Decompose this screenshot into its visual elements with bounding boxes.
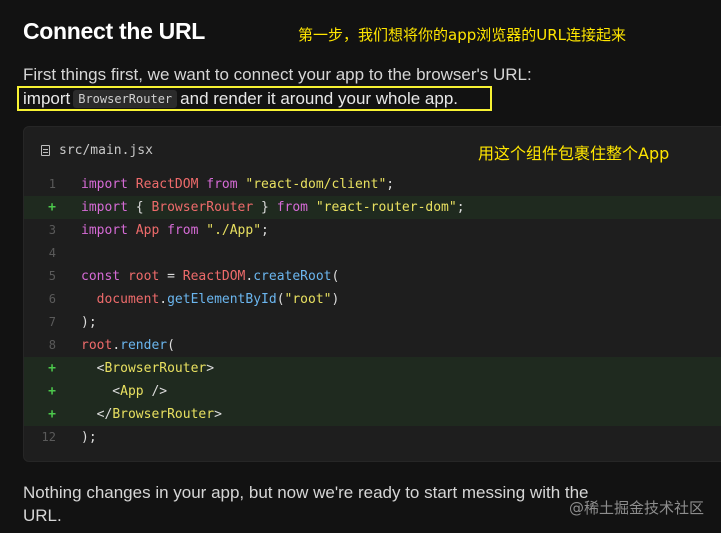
code-token: ReactDOM <box>135 177 207 192</box>
annotation-code: 用这个组件包裹住整个App <box>478 144 670 163</box>
code-token: { <box>135 200 152 215</box>
code-token: import <box>81 200 136 215</box>
intro-text-import: import <box>23 89 71 108</box>
code-token: getElementById <box>167 292 277 307</box>
section-heading: Connect the URL <box>23 18 206 44</box>
code-token: render <box>120 338 168 353</box>
intro-text-rest: and render it around your whole app. <box>180 89 459 108</box>
code-token: root <box>127 269 168 284</box>
code-text: ); <box>81 311 97 334</box>
code-token: import <box>81 177 136 192</box>
code-line: 6 document.getElementById("root") <box>24 288 721 311</box>
code-token: ; <box>456 200 465 215</box>
line-number: 5 <box>48 269 56 283</box>
code-text: document.getElementById("root") <box>81 288 340 311</box>
intro-line-1: First things first, we want to connect y… <box>23 65 532 84</box>
code-token: ; <box>261 223 269 238</box>
code-token: < <box>81 361 105 376</box>
code-token: document <box>96 292 160 307</box>
watermark: @稀土掘金技术社区 <box>568 499 704 517</box>
code-block: src/main.jsx 1 import ReactDOM from "reac… <box>23 126 721 462</box>
code-token: ReactDOM <box>182 269 246 284</box>
code-text: import { BrowserRouter } from "react-rou… <box>81 196 465 219</box>
code-token: createRoot <box>253 269 332 284</box>
inline-code-browserrouter: BrowserRouter <box>73 90 178 108</box>
line-number: 3 <box>48 223 56 237</box>
code-line: + </BrowserRouter> <box>24 403 721 426</box>
code-token: ( <box>331 269 340 284</box>
added-line-marker: + <box>48 384 56 399</box>
code-token: BrowserRouter <box>104 361 207 376</box>
code-token: App <box>135 223 168 238</box>
code-token: . <box>159 292 168 307</box>
line-number: 6 <box>48 292 56 306</box>
code-token: root <box>81 338 113 353</box>
document-icon <box>41 145 50 156</box>
code-line: 3 import App from "./App"; <box>24 219 721 242</box>
code-token: ) <box>331 292 340 307</box>
code-text: root.render( <box>81 334 175 357</box>
annotation-top: 第一步，我们想将你的app浏览器的URL连接起来 <box>298 26 626 44</box>
code-token: > <box>214 407 222 422</box>
code-line: 7); <box>24 311 721 334</box>
code-token: ); <box>81 315 97 330</box>
code-token: < <box>81 384 121 399</box>
code-line: + <BrowserRouter> <box>24 357 721 380</box>
code-text: </BrowserRouter> <box>81 403 222 426</box>
code-lines: 1 import ReactDOM from "react-dom/client"… <box>24 173 721 449</box>
added-line-marker: + <box>48 361 56 376</box>
line-number: 1 <box>48 177 56 191</box>
code-token: "./App" <box>206 223 262 238</box>
code-token: = <box>167 269 183 284</box>
code-token: } <box>261 200 277 215</box>
code-token: . <box>112 338 121 353</box>
code-token: "root" <box>284 292 332 307</box>
code-line: 4 <box>24 242 721 265</box>
code-line: 8 root.render( <box>24 334 721 357</box>
code-token: > <box>206 361 215 376</box>
code-text: import App from "./App"; <box>81 219 269 242</box>
intro-line-2: import BrowserRouter and render it around … <box>23 88 458 110</box>
code-token: </ <box>81 407 113 422</box>
code-token: const <box>81 269 128 284</box>
code-token: BrowserRouter <box>112 407 215 422</box>
code-file-header: src/main.jsx <box>41 143 153 158</box>
code-token: BrowserRouter <box>151 200 262 215</box>
code-text: <App /> <box>81 380 167 403</box>
code-token: /> <box>143 384 168 399</box>
added-line-marker: + <box>48 200 56 215</box>
outro-paragraph: Nothing changes in your app, but now we'… <box>23 483 589 525</box>
code-line: 5 const root = ReactDOM.createRoot( <box>24 265 721 288</box>
code-token: from <box>276 200 316 215</box>
code-line: + import { BrowserRouter } from "react-ro… <box>24 196 721 219</box>
code-token: "react-router-dom" <box>315 200 457 215</box>
line-number: 4 <box>48 246 56 260</box>
code-token: "react-dom/client" <box>245 177 387 192</box>
code-token: ; <box>386 177 395 192</box>
code-token: ( <box>276 292 285 307</box>
code-token: App <box>120 384 144 399</box>
code-text: const root = ReactDOM.createRoot( <box>81 265 339 288</box>
line-number: 8 <box>48 338 56 352</box>
code-token: from <box>167 223 207 238</box>
code-token: import <box>81 223 136 238</box>
line-number: 12 <box>41 430 56 444</box>
code-text: import ReactDOM from "react-dom/client"; <box>81 173 394 196</box>
code-token: from <box>206 177 246 192</box>
code-filename: src/main.jsx <box>59 143 153 158</box>
code-token: ( <box>167 338 175 353</box>
line-number: 7 <box>48 315 56 329</box>
added-line-marker: + <box>48 407 56 422</box>
code-line: 12); <box>24 426 721 449</box>
code-line: 1 import ReactDOM from "react-dom/client"… <box>24 173 721 196</box>
code-text: ); <box>81 426 97 449</box>
code-token: ); <box>81 430 97 445</box>
code-text: <BrowserRouter> <box>81 357 214 380</box>
code-line: + <App /> <box>24 380 721 403</box>
